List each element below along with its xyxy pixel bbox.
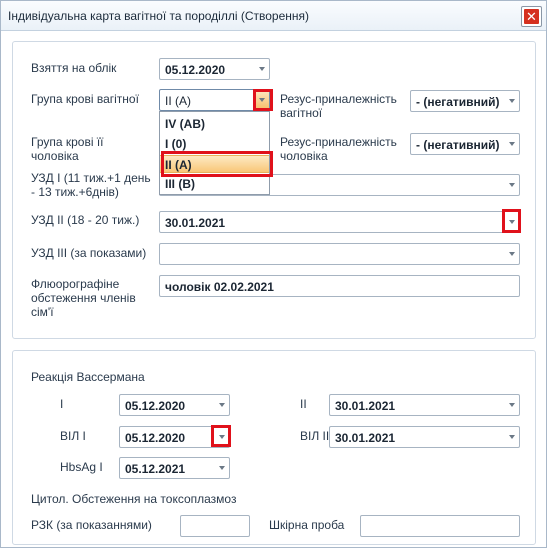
rh-select[interactable]: - (негативний) xyxy=(410,90,520,112)
hiv2-label: ВІЛ II xyxy=(300,429,330,443)
window-title: Індивідуальна карта вагітної та породілл… xyxy=(8,9,309,23)
rzk-input[interactable] xyxy=(180,515,250,537)
highlight-blood-group-arrow xyxy=(253,89,273,111)
rzk-label: РЗК (за показаннями) xyxy=(31,518,152,532)
highlight-hiv1-arrow xyxy=(211,425,231,447)
uzd3-date-picker[interactable] xyxy=(159,243,520,265)
close-icon: ✕ xyxy=(526,9,537,24)
registration-label: Взяття на облік xyxy=(31,61,117,75)
wasserman-ii-date-picker[interactable]: 30.01.2021 xyxy=(329,394,520,416)
chevron-down-icon[interactable] xyxy=(219,403,225,407)
husband-rh-label: Резус-приналежність чоловіка xyxy=(280,135,397,163)
dropdown-option[interactable]: IV (AB) xyxy=(160,115,269,133)
chevron-down-icon[interactable] xyxy=(219,466,225,470)
skin-test-input[interactable] xyxy=(360,515,520,537)
wasserman-i-value: 05.12.2020 xyxy=(125,399,186,413)
husband-blood-label: Група крові її чоловіка xyxy=(31,135,104,163)
blood-group-value: II (A) xyxy=(165,94,191,108)
skin-test-label: Шкірна проба xyxy=(269,518,345,532)
rh-label: Резус-приналежність вагітної xyxy=(280,92,397,120)
hiv2-date-picker[interactable]: 30.01.2021 xyxy=(329,426,520,448)
blood-group-label: Група крові вагітної xyxy=(31,92,139,106)
rh-value: - (негативний) xyxy=(416,95,500,109)
chevron-down-icon[interactable] xyxy=(259,67,265,71)
registration-date-picker[interactable]: 05.12.2020 xyxy=(159,58,270,80)
title-bar: Індивідуальна карта вагітної та породілл… xyxy=(1,1,546,31)
highlight-selected-option xyxy=(161,151,273,177)
highlight-uzd2-arrow xyxy=(502,209,521,233)
hiv2-value: 30.01.2021 xyxy=(335,431,396,445)
uzd2-label: УЗД II (18 - 20 тиж.) xyxy=(31,213,140,227)
hbsag-date-picker[interactable]: 05.12.2021 xyxy=(119,457,230,479)
wasserman-ii-value: 30.01.2021 xyxy=(335,399,396,413)
uzd2-date-picker[interactable]: 30.01.2021 xyxy=(159,211,520,233)
wasserman-ii-label: II xyxy=(300,397,307,411)
chevron-down-icon[interactable] xyxy=(509,142,515,146)
uzd3-label: УЗД III (за показами) xyxy=(31,246,147,260)
fluoro-label: Флюорографіне обстеження членів сім'ї xyxy=(31,277,136,319)
close-button[interactable]: ✕ xyxy=(521,6,542,27)
dialog-window: Індивідуальна карта вагітної та породілл… xyxy=(0,0,547,548)
uzd1-label: УЗД I (11 тиж.+1 день - 13 тиж.+6днів) xyxy=(31,171,151,199)
wasserman-i-date-picker[interactable]: 05.12.2020 xyxy=(119,394,230,416)
husband-rh-value: - (негативний) xyxy=(416,138,500,152)
chevron-down-icon[interactable] xyxy=(509,252,515,256)
hbsag-label: HbsAg I xyxy=(60,460,103,474)
registration-date-value: 05.12.2020 xyxy=(165,63,226,77)
hiv1-label: ВІЛ I xyxy=(60,429,86,443)
husband-rh-select[interactable]: - (негативний) xyxy=(410,133,520,155)
chevron-down-icon[interactable] xyxy=(509,403,515,407)
chevron-down-icon[interactable] xyxy=(509,435,515,439)
uzd2-value: 30.01.2021 xyxy=(165,216,226,230)
fluoro-value: чоловік 02.02.2021 xyxy=(165,280,274,294)
hiv1-value: 05.12.2020 xyxy=(125,431,186,445)
toxo-label: Цитол. Обстеження на токсоплазмоз xyxy=(31,492,237,506)
dropdown-option[interactable]: III (B) xyxy=(160,175,269,193)
hbsag-value: 05.12.2021 xyxy=(125,462,186,476)
wasserman-i-label: I xyxy=(60,397,64,411)
wasserman-label: Реакція Вассермана xyxy=(31,370,145,384)
chevron-down-icon[interactable] xyxy=(509,183,515,187)
fluoro-input[interactable]: чоловік 02.02.2021 xyxy=(159,275,520,297)
chevron-down-icon[interactable] xyxy=(509,99,515,103)
